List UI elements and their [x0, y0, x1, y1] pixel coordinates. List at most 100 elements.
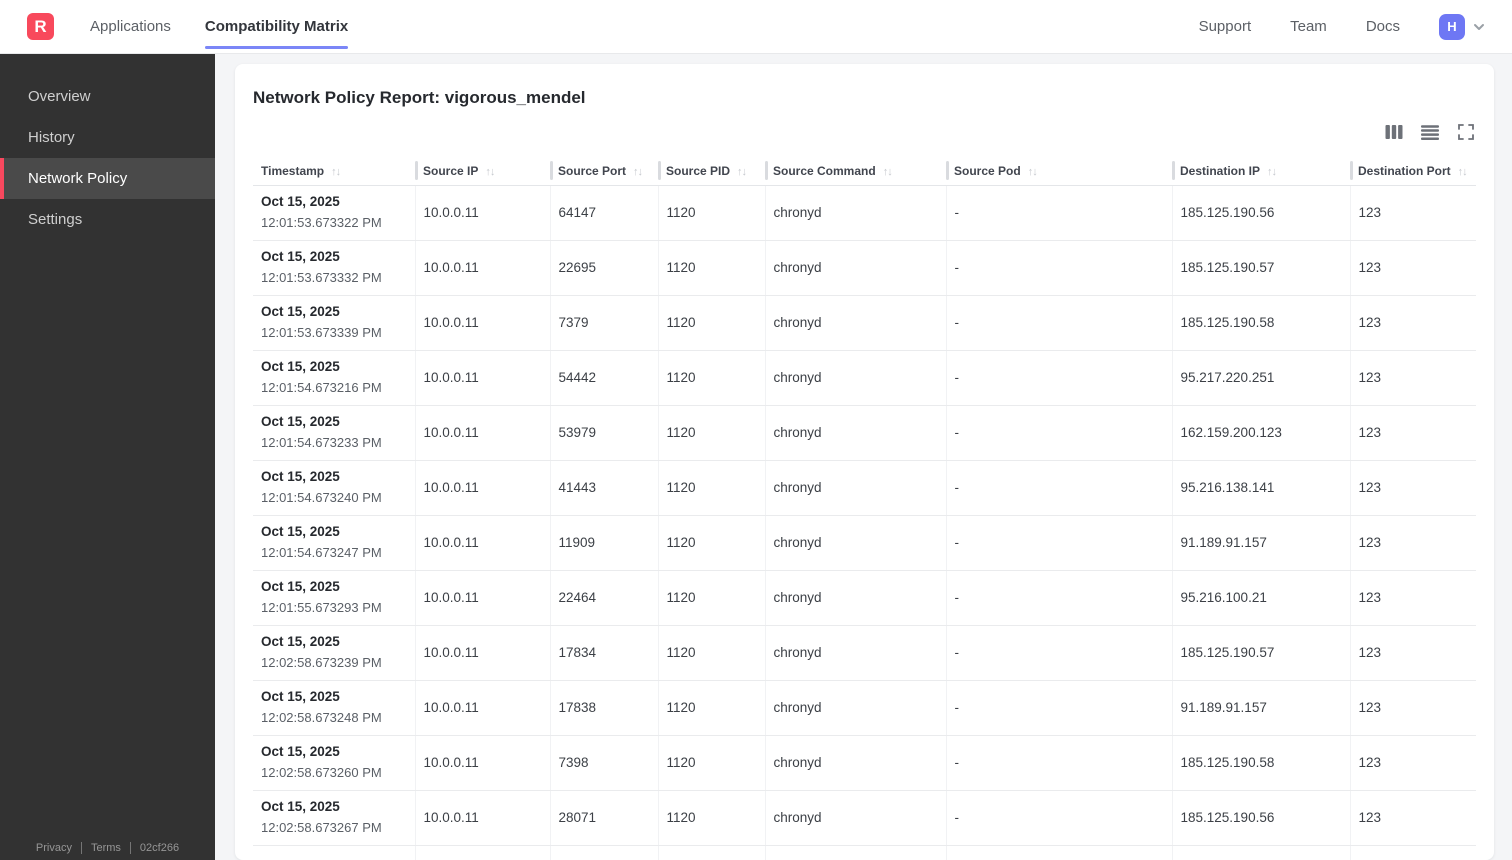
table-row: Oct 15, 2025 [253, 845, 1476, 860]
destination-ip-cell: 91.189.91.157 [1171, 515, 1350, 571]
sort-icon: ↑↓ [1267, 166, 1277, 179]
top-nav: R Applications Compatibility Matrix Suppo… [0, 0, 1512, 54]
destination-port-cell: 123 [1349, 295, 1476, 351]
source-ip-cell: 10.0.0.11 [414, 460, 550, 516]
table-row: Oct 15, 2025 12:01:54.673247 PM 10.0.0.11 1… [253, 515, 1476, 571]
rows-icon[interactable] [1420, 122, 1440, 142]
column-resize-handle[interactable] [658, 161, 661, 180]
column-header-source-pod[interactable]: Source Pod ↑↓ [946, 158, 1172, 186]
table-row: Oct 15, 2025 12:01:53.673339 PM 10.0.0.11 7… [253, 295, 1476, 351]
destination-ip-cell: 95.217.220.251 [1171, 350, 1350, 406]
column-header-timestamp[interactable]: Timestamp ↑↓ [253, 158, 415, 186]
sidebar-items: Overview History Network Policy Settings [0, 76, 215, 240]
source-pod-cell: - [945, 460, 1172, 516]
destination-port-cell: 123 [1349, 735, 1476, 791]
source-command-cell: chronyd [764, 460, 946, 516]
network-policy-table: Timestamp ↑↓ Source IP ↑↓ Source Port ↑↓ Sourc… [253, 158, 1476, 860]
user-menu[interactable]: H [1439, 13, 1486, 40]
destination-port-cell: 123 [1349, 350, 1476, 406]
destination-port-cell: 123 [1349, 790, 1476, 846]
destination-port-cell: 123 [1349, 680, 1476, 736]
source-pod-cell: - [945, 625, 1172, 681]
source-ip-cell: 10.0.0.11 [414, 680, 550, 736]
destination-ip-cell: 162.159.200.123 [1171, 405, 1350, 461]
timestamp-cell: Oct 15, 2025 12:01:53.673339 PM [253, 295, 415, 351]
source-pid-cell: 1120 [657, 735, 765, 791]
source-ip-cell: 10.0.0.11 [414, 350, 550, 406]
column-header-destination-ip[interactable]: Destination IP ↑↓ [1172, 158, 1350, 186]
source-command-cell: chronyd [764, 405, 946, 461]
column-resize-handle[interactable] [1350, 161, 1353, 180]
source-pid-cell: 1120 [657, 350, 765, 406]
destination-ip-cell: 185.125.190.57 [1171, 240, 1350, 296]
table-row: Oct 15, 2025 12:02:58.673260 PM 10.0.0.11 7… [253, 735, 1476, 791]
destination-port-cell: 123 [1349, 405, 1476, 461]
sort-icon: ↑↓ [1027, 166, 1038, 179]
source-command-cell: chronyd [764, 680, 946, 736]
column-resize-handle[interactable] [946, 161, 949, 180]
source-pid-cell: 1120 [657, 680, 765, 736]
source-ip-cell: 10.0.0.11 [414, 240, 550, 296]
column-resize-handle[interactable] [1172, 161, 1175, 180]
source-pod-cell [945, 845, 1172, 860]
nav-tab-compatibility-matrix[interactable]: Compatibility Matrix [204, 0, 349, 53]
columns-icon[interactable] [1384, 122, 1404, 142]
destination-ip-cell: 185.125.190.56 [1171, 790, 1350, 846]
app-logo[interactable]: R [27, 13, 54, 40]
fullscreen-icon[interactable] [1456, 122, 1476, 142]
destination-port-cell: 123 [1349, 460, 1476, 516]
source-pod-cell: - [945, 515, 1172, 571]
column-resize-handle[interactable] [550, 161, 553, 180]
source-port-cell: 53979 [549, 405, 658, 461]
sidebar: Overview History Network Policy Settings Pr… [0, 54, 215, 860]
column-header-destination-port[interactable]: Destination Port ↑↓ [1350, 158, 1476, 186]
footer-link-terms[interactable]: Terms [91, 842, 121, 854]
source-ip-cell: 10.0.0.11 [414, 185, 550, 241]
source-ip-cell: 10.0.0.11 [414, 405, 550, 461]
table-row: Oct 15, 2025 12:02:58.673267 PM 10.0.0.11 2… [253, 790, 1476, 846]
build-id: 02cf266 [139, 842, 180, 854]
column-label: Destination IP [1180, 164, 1261, 179]
column-header-source-ip[interactable]: Source IP ↑↓ [415, 158, 550, 186]
destination-ip-cell [1171, 845, 1350, 860]
timestamp-cell: Oct 15, 2025 12:01:55.673293 PM [253, 570, 415, 626]
column-label: Source IP [423, 164, 479, 179]
source-ip-cell: 10.0.0.11 [414, 515, 550, 571]
column-header-source-pid[interactable]: Source PID ↑↓ [658, 158, 765, 186]
destination-port-cell [1349, 845, 1476, 860]
table-row: Oct 15, 2025 12:01:53.673332 PM 10.0.0.11 2… [253, 240, 1476, 296]
table-row: Oct 15, 2025 12:01:54.673216 PM 10.0.0.11 5… [253, 350, 1476, 406]
column-resize-handle[interactable] [765, 161, 768, 180]
nav-tab-applications[interactable]: Applications [90, 0, 171, 53]
source-port-cell: 17838 [549, 680, 658, 736]
column-resize-handle[interactable] [415, 161, 418, 180]
table-row: Oct 15, 2025 12:01:55.673293 PM 10.0.0.11 2… [253, 570, 1476, 626]
column-label: Source Port [558, 164, 627, 179]
report-card: Network Policy Report: vigorous_mendel T… [235, 64, 1494, 860]
column-header-source-command[interactable]: Source Command ↑↓ [765, 158, 946, 186]
timestamp-cell: Oct 15, 2025 12:01:54.673247 PM [253, 515, 415, 571]
sidebar-item-history[interactable]: History [0, 117, 215, 158]
footer-link-privacy[interactable]: Privacy [36, 842, 72, 854]
source-port-cell: 17834 [549, 625, 658, 681]
nav-link-docs[interactable]: Docs [1366, 18, 1400, 35]
nav-link-support[interactable]: Support [1199, 18, 1252, 35]
sort-icon: ↑↓ [485, 166, 495, 179]
source-pod-cell: - [945, 405, 1172, 461]
source-ip-cell [414, 845, 550, 860]
source-ip-cell: 10.0.0.11 [414, 625, 550, 681]
avatar: H [1439, 13, 1465, 40]
source-command-cell [764, 845, 946, 860]
sidebar-item-overview[interactable]: Overview [0, 76, 215, 117]
source-command-cell: chronyd [764, 240, 946, 296]
sidebar-item-network-policy[interactable]: Network Policy [0, 158, 215, 199]
chevron-down-icon [1474, 23, 1484, 30]
sidebar-item-settings[interactable]: Settings [0, 199, 215, 240]
column-header-source-port[interactable]: Source Port ↑↓ [550, 158, 658, 186]
sort-icon: ↑↓ [1457, 166, 1468, 179]
source-port-cell: 7398 [549, 735, 658, 791]
column-label: Source Command [773, 164, 876, 179]
nav-link-team[interactable]: Team [1290, 18, 1327, 35]
source-pid-cell: 1120 [657, 240, 765, 296]
nav-tabs: Applications Compatibility Matrix [90, 0, 349, 53]
